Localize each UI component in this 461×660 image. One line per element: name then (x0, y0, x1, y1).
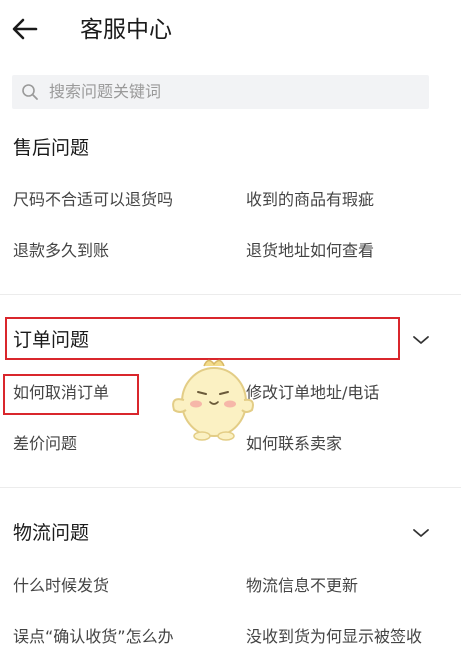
section-title-logistics[interactable]: 物流问题 (13, 520, 89, 546)
question-item[interactable]: 收到的商品有瑕疵 (246, 189, 374, 211)
question-item[interactable]: 尺码不合适可以退货吗 (13, 189, 173, 211)
search-icon (22, 84, 38, 100)
question-item[interactable]: 退款多久到账 (13, 240, 109, 262)
question-item[interactable]: 物流信息不更新 (246, 575, 358, 597)
question-item[interactable]: 什么时候发货 (13, 575, 109, 597)
chevron-down-icon[interactable] (411, 526, 431, 540)
question-item[interactable]: 如何联系卖家 (246, 433, 342, 455)
section-divider (0, 487, 461, 488)
question-item[interactable]: 没收到货为何显示被签收 (246, 626, 422, 648)
highlight-box (3, 374, 139, 415)
section-divider (0, 294, 461, 295)
question-item[interactable]: 误点“确认收货”怎么办 (13, 626, 174, 648)
question-item[interactable]: 修改订单地址/电话 (246, 382, 379, 404)
top-bar: 客服中心 (0, 0, 461, 62)
question-item[interactable]: 差价问题 (13, 433, 77, 455)
search-input[interactable]: 搜索问题关键词 (12, 75, 429, 109)
section-title-after-sales: 售后问题 (13, 137, 90, 159)
search-placeholder: 搜索问题关键词 (49, 82, 162, 101)
chevron-down-icon[interactable] (411, 333, 431, 347)
question-item[interactable]: 退货地址如何查看 (246, 240, 374, 262)
arrow-left-icon[interactable] (10, 14, 40, 44)
page-title: 客服中心 (80, 17, 172, 43)
mascot-sticker (172, 359, 254, 441)
